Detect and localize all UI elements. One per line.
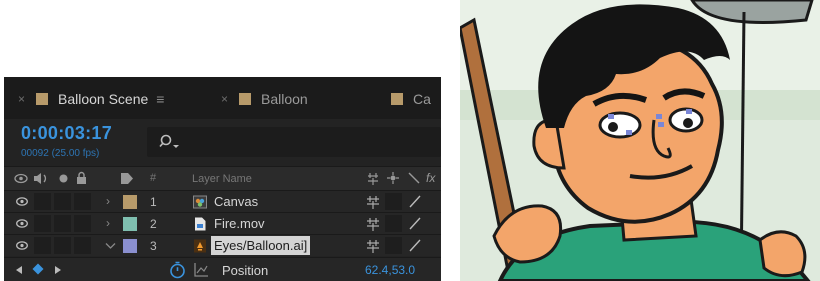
layer-name[interactable]: Eyes/Balloon.ai] <box>211 236 311 255</box>
shy-switch-icon[interactable] <box>365 194 381 210</box>
collapse-switch-icon[interactable] <box>387 172 399 184</box>
eye-icon[interactable] <box>16 241 28 250</box>
eye-icon[interactable] <box>16 197 28 206</box>
layer-number-header: # <box>150 172 157 184</box>
layer-row[interactable]: › 2 Fire.mov <box>4 212 441 234</box>
layer-name[interactable]: Canvas <box>214 194 258 209</box>
tab-balloon-scene[interactable]: × Balloon Scene ≡ <box>18 89 164 109</box>
layer-row[interactable]: › 1 Canvas <box>4 190 441 212</box>
eye-icon[interactable] <box>16 219 28 228</box>
layer-number: 1 <box>150 195 157 209</box>
footage-icon <box>195 217 206 231</box>
audio-icon[interactable] <box>33 172 49 185</box>
composition-icon <box>193 195 207 209</box>
layer-number: 3 <box>150 239 157 253</box>
collapse-switch[interactable] <box>385 237 402 254</box>
effects-switch-icon[interactable]: fx <box>426 171 435 185</box>
tab-bar: × Balloon Scene ≡ × Balloon Ca <box>4 77 441 119</box>
timeline-panel: × Balloon Scene ≡ × Balloon Ca 0:00:03:1… <box>4 77 441 281</box>
layer-color-label[interactable] <box>123 195 137 209</box>
layer-name-header[interactable]: Layer Name <box>192 173 252 185</box>
tab-color-swatch <box>239 93 251 105</box>
add-keyframe-icon[interactable] <box>32 263 44 275</box>
layer-name[interactable]: Fire.mov <box>214 216 265 231</box>
chevron-down-icon[interactable] <box>105 242 116 250</box>
lock-toggle[interactable] <box>74 237 91 254</box>
tab-label: Balloon <box>261 91 308 107</box>
solo-toggle[interactable] <box>54 215 71 232</box>
shy-switch-icon[interactable] <box>365 216 381 232</box>
tab-balloon[interactable]: × Balloon <box>221 89 308 109</box>
layer-color-label[interactable] <box>123 239 137 253</box>
layer-column-header: # Layer Name fx <box>4 166 441 190</box>
current-time-display[interactable]: 0:00:03:17 <box>21 123 112 144</box>
graph-icon[interactable] <box>194 262 209 277</box>
lock-toggle[interactable] <box>74 193 91 210</box>
search-icon <box>159 134 179 148</box>
close-icon[interactable]: × <box>221 92 235 106</box>
audio-toggle[interactable] <box>34 237 51 254</box>
next-keyframe-icon[interactable] <box>54 265 62 275</box>
quality-switch-icon[interactable] <box>407 171 421 185</box>
frame-count: 00092 (25.00 fps) <box>21 148 100 159</box>
layer-row-selected[interactable]: 3 Eyes/Balloon.ai] <box>4 234 441 256</box>
tab-label: Ca <box>413 91 431 107</box>
property-value[interactable]: 62.4,53.0 <box>365 263 415 277</box>
lock-icon[interactable] <box>76 171 87 185</box>
solo-toggle[interactable] <box>54 237 71 254</box>
audio-toggle[interactable] <box>34 215 51 232</box>
chevron-right-icon[interactable]: › <box>106 216 110 230</box>
composition-preview <box>460 0 820 281</box>
tab-label: Balloon Scene <box>58 91 149 107</box>
collapse-switch[interactable] <box>385 215 402 232</box>
label-icon[interactable] <box>120 172 134 185</box>
layer-number: 2 <box>150 217 157 231</box>
tab-color-swatch <box>391 93 403 105</box>
quality-switch-icon[interactable] <box>408 194 422 208</box>
quality-switch-icon[interactable] <box>408 216 422 230</box>
shy-switch-icon[interactable] <box>366 172 380 186</box>
stopwatch-icon[interactable] <box>169 261 186 279</box>
illustrator-icon <box>194 239 206 253</box>
panel-menu-icon[interactable]: ≡ <box>156 91 164 107</box>
tab-canvas[interactable]: Ca <box>391 89 431 109</box>
cartoon-character-illustration <box>460 0 820 281</box>
eye-icon[interactable] <box>14 173 28 184</box>
close-icon[interactable]: × <box>18 92 32 106</box>
solo-icon[interactable] <box>59 174 68 183</box>
quality-switch-icon[interactable] <box>408 238 422 252</box>
shy-switch-icon[interactable] <box>365 238 381 254</box>
property-row-position[interactable]: Position 62.4,53.0 <box>4 257 441 281</box>
audio-toggle[interactable] <box>34 193 51 210</box>
previous-keyframe-icon[interactable] <box>15 265 23 275</box>
collapse-switch[interactable] <box>385 193 402 210</box>
tab-color-swatch <box>36 93 48 105</box>
property-name: Position <box>222 263 269 278</box>
lock-toggle[interactable] <box>74 215 91 232</box>
solo-toggle[interactable] <box>54 193 71 210</box>
layer-color-label[interactable] <box>123 217 137 231</box>
chevron-right-icon[interactable]: › <box>106 194 110 208</box>
search-input[interactable] <box>147 127 441 157</box>
